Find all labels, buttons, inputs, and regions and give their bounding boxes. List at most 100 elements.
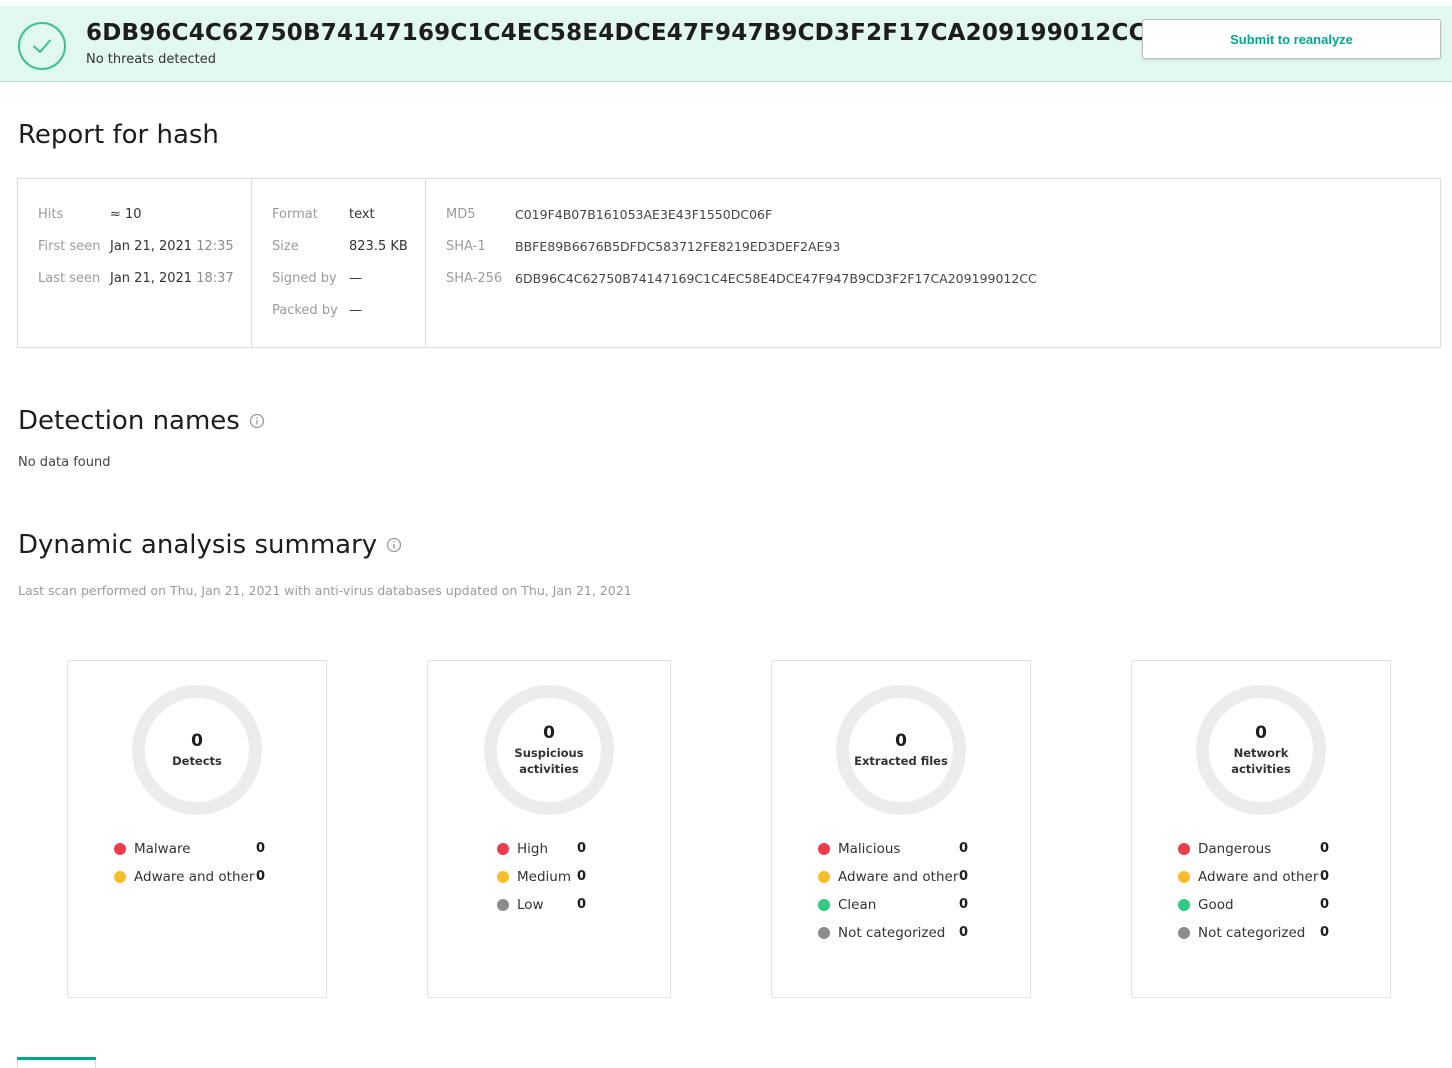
report-title-text: Report for hash [18,120,219,150]
legend-label: Adware and other [1198,869,1319,885]
last-seen-label: Last seen [38,271,101,286]
hits-value: ≈ 10 [110,207,142,222]
legend-count: 0 [1320,841,1330,856]
legend-label: Low [517,897,544,913]
legend-count: 0 [577,897,587,912]
extracted-files-caption: Extracted files [854,753,948,769]
legend-item-adware: Adware and other [114,867,254,887]
file-info-column: Format text Size 823.5 KB Signed by — Pa… [252,179,426,347]
suspicious-activities-card: 0 Suspicious activities High 0 Medium 0 L… [427,660,671,998]
legend-item-low: Low [497,895,544,915]
legend-dot [1178,927,1190,939]
md5-label: MD5 [446,207,476,222]
legend-item-not-categorized: Not categorized [818,923,945,943]
sha1-label: SHA-1 [446,239,486,254]
legend-label: Clean [838,897,877,913]
last-seen-value: Jan 21, 2021 18:37 [110,271,234,286]
legend-item-high: High [497,839,548,859]
legend-item-malware: Malware [114,839,191,859]
caption-line: activities [1231,762,1291,776]
legend-item-good: Good [1178,895,1234,915]
submit-reanalyze-button[interactable]: Submit to reanalyze [1142,19,1441,59]
legend-label: Adware and other [838,869,959,885]
legend-item-malicious: Malicious [818,839,900,859]
legend-dot [114,843,126,855]
tab-outline [17,1060,96,1068]
first-seen-time: 12:35 [196,239,234,254]
sha1-value: BBFE89B6676B5DFDC583712FE8219ED3DEF2AE93 [515,239,841,254]
dynamic-analysis-title: Dynamic analysis summary [18,530,378,560]
legend-label: Adware and other [134,869,255,885]
network-activities-count: 0 [1255,723,1267,743]
packed-by-label: Packed by [272,303,338,318]
extracted-files-card: 0 Extracted files Malicious 0 Adware and… [771,660,1031,998]
legend-label: Not categorized [1198,925,1306,941]
detects-card: 0 Detects Malware 0 Adware and other 0 [67,660,327,998]
info-icon[interactable] [386,537,402,553]
legend-item-adware: Adware and other [1178,867,1318,887]
detection-names-heading: Detection names [18,406,265,436]
caption-line: Extracted files [854,754,948,768]
format-label: Format [272,207,318,222]
legend-dot [114,871,126,883]
stats-column: Hits ≈ 10 First seen Jan 21, 2021 12:35 … [18,179,252,347]
detects-caption: Detects [172,753,222,769]
legend-item-not-categorized: Not categorized [1178,923,1305,943]
legend-count: 0 [256,841,266,856]
network-activities-caption: Network activities [1231,745,1291,777]
legend-count: 0 [959,897,969,912]
legend-label: Malware [134,841,191,857]
legend-count: 0 [256,869,266,884]
legend-dot [497,899,509,911]
report-title: Report for hash [18,120,219,150]
legend-dot [818,871,830,883]
legend-dot [1178,871,1190,883]
last-seen-date: Jan 21, 2021 [110,271,193,286]
legend-label: Good [1198,897,1234,913]
legend-label: Not categorized [838,925,946,941]
info-icon[interactable] [249,413,265,429]
signed-by-label: Signed by [272,271,337,286]
legend-label: High [517,841,549,857]
legend-dot [497,871,509,883]
status-banner: 6DB96C4C62750B74147169C1C4EC58E4DCE47F94… [0,6,1452,82]
legend-dot [818,843,830,855]
file-hash-title: 6DB96C4C62750B74147169C1C4EC58E4DCE47F94… [86,20,1146,46]
legend-label: Malicious [838,841,901,857]
sha256-label: SHA-256 [446,271,503,286]
first-seen-date: Jan 21, 2021 [110,239,193,254]
caption-line: Detects [172,754,222,768]
legend-dot [1178,899,1190,911]
legend-count: 0 [959,925,969,940]
detection-names-title: Detection names [18,406,240,436]
legend-count: 0 [577,841,587,856]
sha256-value: 6DB96C4C62750B74147169C1C4EC58E4DCE47F94… [515,271,1037,286]
legend-count: 0 [1320,869,1330,884]
extracted-files-donut: 0 Extracted files [836,685,966,815]
suspicious-activities-caption: Suspicious activities [514,745,583,777]
packed-by-value: — [349,303,362,318]
first-seen-label: First seen [38,239,101,254]
legend-label: Medium [517,869,571,885]
detects-count: 0 [191,731,203,751]
legend-item-adware: Adware and other [818,867,958,887]
suspicious-activities-count: 0 [543,723,555,743]
legend-dot [818,899,830,911]
md5-value: C019F4B07B161053AE3E43F1550DC06F [515,207,773,222]
legend-count: 0 [959,869,969,884]
legend-count: 0 [1320,925,1330,940]
dynamic-analysis-heading: Dynamic analysis summary [18,530,402,560]
first-seen-value: Jan 21, 2021 12:35 [110,239,234,254]
legend-count: 0 [959,841,969,856]
hashes-column: MD5 C019F4B07B161053AE3E43F1550DC06F SHA… [426,179,1440,347]
legend-item-medium: Medium [497,867,571,887]
suspicious-activities-donut: 0 Suspicious activities [484,685,614,815]
legend-dot [1178,843,1190,855]
last-seen-time: 18:37 [196,271,234,286]
size-value: 823.5 KB [349,239,408,254]
report-details-panel: Hits ≈ 10 First seen Jan 21, 2021 12:35 … [17,178,1441,348]
caption-line: Suspicious [514,746,584,760]
last-scan-info: Last scan performed on Thu, Jan 21, 2021… [18,583,632,598]
hits-label: Hits [38,207,64,222]
format-value: text [349,207,375,222]
